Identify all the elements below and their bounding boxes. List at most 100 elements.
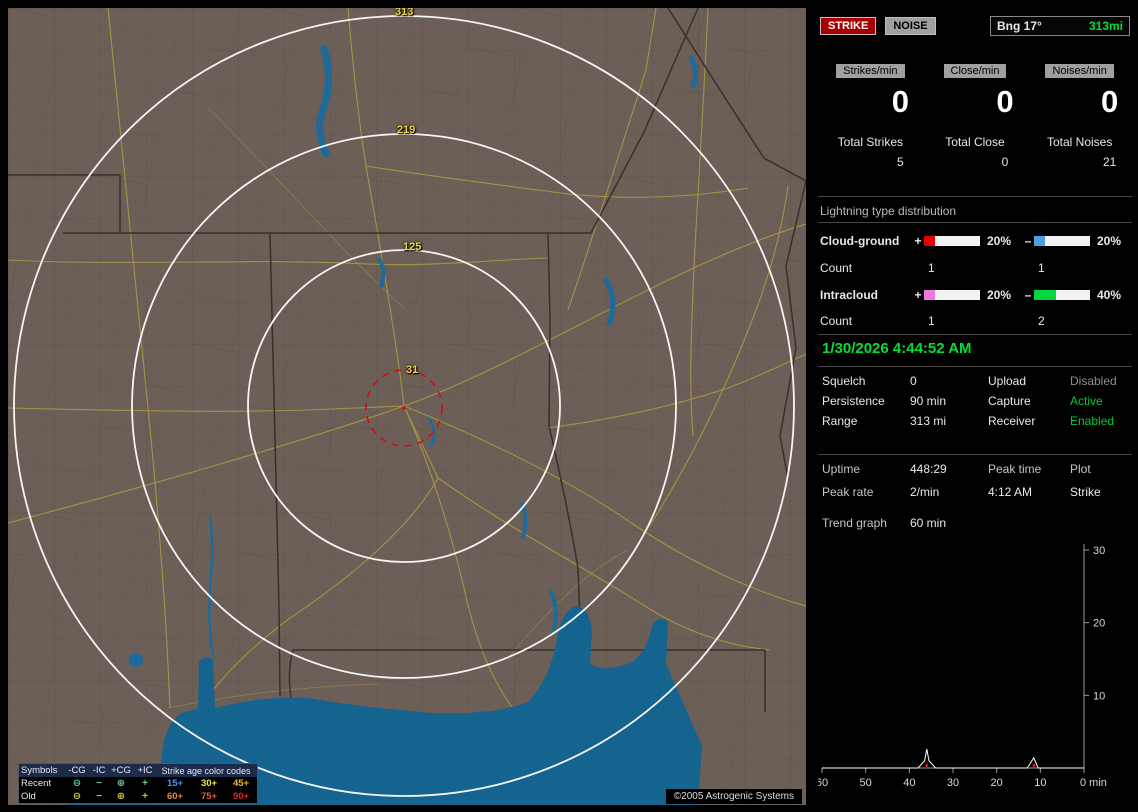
cg-count-label: Count	[820, 261, 853, 275]
ic-minus-count: 2	[1038, 314, 1045, 328]
close-per-min-chip: Close/min	[943, 64, 1007, 78]
cg-minus-pct: 20%	[1097, 234, 1122, 248]
cg-minus-count: 1	[1038, 261, 1045, 275]
map-panel: 313 219 125 31 Symbols -CG -IC +CG +IC S…	[8, 8, 806, 805]
bearing-range-box: Bng 17° 313mi	[990, 16, 1130, 36]
rate-chip-row: Strikes/min Close/min Noises/min	[818, 64, 1132, 78]
range-value: 313mi	[1088, 19, 1123, 33]
noises-per-min-value: 0	[1101, 84, 1119, 119]
view-toggle-bar: STRIKE NOISE Bng 17° 313mi	[820, 16, 1130, 36]
age-code-30: 30+	[200, 778, 218, 789]
pos-ic-recent-icon: +	[142, 778, 148, 789]
age-code-45: 45+	[232, 778, 250, 789]
cg-minus-bar	[1034, 236, 1090, 246]
distribution-grid: Cloud-ground + 20% – 20% Count 1 1 Intra…	[820, 228, 1132, 334]
upload-label: Upload	[988, 374, 1027, 388]
svg-text:20: 20	[1093, 618, 1105, 630]
legend-col-neg-cg: -CG	[68, 765, 86, 776]
total-noises-label: Total Noises	[1046, 135, 1113, 149]
peak-time-label: Peak time	[988, 462, 1042, 476]
upload-value: Disabled	[1070, 374, 1117, 388]
range-ring-label-313: 313	[395, 8, 414, 18]
noises-per-min-chip: Noises/min	[1045, 64, 1114, 78]
peak-rate-value: 2/min	[910, 485, 940, 499]
svg-text:50: 50	[860, 777, 872, 789]
total-value-row: 5 0 21	[818, 155, 1132, 169]
strike-button[interactable]: STRIKE	[820, 17, 877, 35]
svg-text:10: 10	[1034, 777, 1046, 789]
age-code-90: 90+	[232, 791, 250, 802]
neg-cg-old-icon: ⊖	[72, 791, 82, 802]
svg-text:20: 20	[991, 777, 1003, 789]
divider	[818, 366, 1132, 367]
app-window: 313 219 125 31 Symbols -CG -IC +CG +IC S…	[0, 0, 1138, 812]
persistence-label: Persistence	[822, 394, 885, 408]
cg-minus-bar-fill	[1034, 236, 1046, 246]
ic-minus-bar	[1034, 290, 1090, 300]
uptime-label: Uptime	[822, 462, 861, 476]
cg-plus-bar	[924, 236, 980, 246]
ic-plus-bar-fill	[924, 290, 936, 300]
side-panel: STRIKE NOISE Bng 17° 313mi Strikes/min C…	[818, 8, 1132, 805]
legend-row-recent: Recent ⊖ − ⊕ + 15+ 30+ 45+	[19, 777, 257, 790]
station-marker	[402, 406, 406, 410]
peak-time-value: 4:12 AM	[988, 485, 1033, 499]
neg-ic-old-icon: −	[96, 791, 102, 802]
plus-sign: +	[914, 234, 922, 248]
map-legend: Symbols -CG -IC +CG +IC Strike age color…	[18, 763, 258, 804]
cloud-ground-label: Cloud-ground	[820, 234, 900, 248]
pos-cg-recent-icon: ⊕	[116, 778, 126, 789]
bearing-value: Bng 17°	[997, 19, 1042, 33]
legend-old-label: Old	[21, 791, 36, 802]
plot-label: Plot	[1070, 462, 1091, 476]
range-label: Range	[822, 414, 858, 428]
svg-text:60: 60	[818, 777, 828, 789]
ic-plus-bar	[924, 290, 980, 300]
trend-graph: 60 50 40 30 20 10 0 min 10 20 30	[818, 544, 1107, 789]
svg-text:40: 40	[903, 777, 915, 789]
cg-plus-pct: 20%	[987, 234, 1012, 248]
divider	[818, 454, 1132, 455]
ic-minus-bar-fill	[1034, 290, 1057, 300]
legend-col-neg-ic: -IC	[92, 765, 106, 776]
plus-sign: +	[914, 288, 922, 302]
trend-label-row: Trend graph 60 min	[822, 516, 1132, 536]
neg-cg-recent-icon: ⊖	[72, 778, 82, 789]
capture-label: Capture	[988, 394, 1031, 408]
uptime-value: 448:29	[910, 462, 947, 476]
legend-col-pos-ic: +IC	[137, 765, 153, 776]
total-label-row: Total Strikes Total Close Total Noises	[818, 135, 1132, 149]
ic-minus-pct: 40%	[1097, 288, 1122, 302]
close-per-min-value: 0	[996, 84, 1014, 119]
date-time-display: 1/30/2026 4:44:52 AM	[822, 340, 972, 357]
settings-grid: Squelch 0 Upload Disabled Persistence 90…	[822, 374, 1132, 434]
legend-recent-label: Recent	[21, 778, 52, 789]
rate-value-row: 0 0 0	[818, 86, 1132, 117]
pos-cg-old-icon: ⊕	[116, 791, 126, 802]
pos-ic-old-icon: +	[142, 791, 148, 802]
ic-count-label: Count	[820, 314, 853, 328]
cg-plus-bar-fill	[924, 236, 936, 246]
minus-sign: –	[1024, 234, 1032, 248]
range-ring-label-125: 125	[403, 241, 422, 253]
noise-button[interactable]: NOISE	[885, 17, 936, 35]
svg-text:30: 30	[1093, 545, 1105, 557]
strikes-per-min-value: 0	[891, 84, 909, 119]
capture-value: Active	[1070, 394, 1103, 408]
peak-rate-label: Peak rate	[822, 485, 874, 499]
intracloud-label: Intracloud	[820, 288, 879, 302]
legend-age-title: Strike age color codes	[161, 765, 251, 776]
status-grid: Uptime 448:29 Peak time Plot Peak rate 2…	[822, 462, 1132, 508]
svg-text:0 min: 0 min	[1080, 777, 1107, 789]
minus-sign: –	[1024, 288, 1032, 302]
divider	[818, 196, 1132, 197]
total-close-label: Total Close	[945, 135, 1005, 149]
squelch-value: 0	[910, 374, 917, 388]
age-code-15: 15+	[166, 778, 184, 789]
legend-row-old: Old ⊖ − ⊕ + 60+ 75+ 90+	[19, 790, 257, 803]
total-strikes-label: Total Strikes	[837, 135, 903, 149]
range-ring-label-31: 31	[406, 364, 419, 376]
plot-value: Strike	[1070, 485, 1101, 499]
total-noises-value: 21	[1102, 155, 1117, 169]
ic-plus-pct: 20%	[987, 288, 1012, 302]
